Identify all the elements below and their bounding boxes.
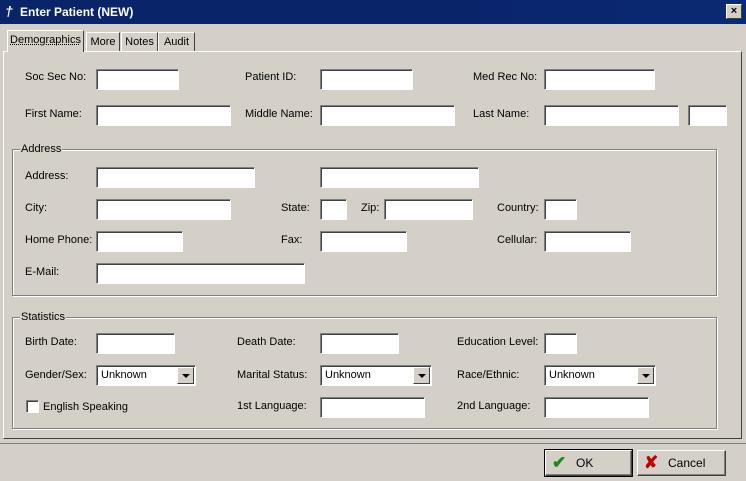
first-name-input[interactable] — [96, 105, 231, 126]
middle-name-label: Middle Name: — [245, 108, 313, 120]
close-button[interactable]: × — [726, 4, 742, 19]
country-input[interactable] — [544, 199, 577, 220]
name-suffix-input[interactable] — [688, 105, 727, 126]
checkmark-icon: ✔ — [552, 453, 567, 472]
city-input[interactable] — [96, 199, 231, 220]
email-label: E-Mail: — [25, 266, 60, 278]
ssn-input[interactable] — [96, 69, 179, 90]
marital-value: Unknown — [325, 369, 371, 381]
tab-demographics-label: Demographics — [10, 34, 81, 46]
zip-label: Zip: — [361, 202, 380, 214]
gender-select[interactable]: Unknown — [96, 365, 196, 386]
first-language-input[interactable] — [320, 397, 425, 418]
ssn-label: Soc Sec No: — [25, 71, 87, 83]
education-input[interactable] — [544, 333, 577, 354]
fax-input[interactable] — [320, 231, 407, 252]
death-date-input[interactable] — [320, 333, 399, 354]
marital-label: Marital Status: — [237, 369, 308, 381]
first-language-label: 1st Language: — [237, 400, 307, 412]
med-rec-input[interactable] — [544, 69, 655, 90]
email-input[interactable] — [96, 263, 305, 284]
x-mark-icon: ✘ — [644, 453, 659, 472]
ok-button[interactable]: ✔ OK — [544, 449, 633, 477]
address-group-label: Address — [20, 143, 63, 156]
tab-audit[interactable]: Audit — [158, 32, 195, 51]
race-label: Race/Ethnic: — [457, 369, 520, 381]
address-label: Address: — [25, 170, 69, 182]
state-input[interactable] — [320, 199, 347, 220]
english-speaking-checkbox[interactable] — [26, 400, 39, 413]
gender-value: Unknown — [101, 369, 147, 381]
marital-select[interactable]: Unknown — [320, 365, 432, 386]
second-language-label: 2nd Language: — [457, 400, 531, 412]
tab-audit-label: Audit — [163, 36, 190, 48]
country-label: Country: — [497, 202, 539, 214]
home-phone-input[interactable] — [96, 231, 183, 252]
address-line1-input[interactable] — [96, 167, 255, 188]
death-date-label: Death Date: — [237, 336, 296, 348]
tab-notes-label: Notes — [125, 36, 154, 48]
cancel-label: Cancel — [668, 456, 706, 470]
tab-more[interactable]: More — [86, 32, 120, 51]
cellular-label: Cellular: — [497, 234, 538, 246]
title-bar: † Enter Patient (NEW) × — [0, 0, 746, 24]
race-value: Unknown — [549, 369, 595, 381]
ok-label: OK — [576, 456, 594, 470]
cancel-button[interactable]: ✘ Cancel — [637, 450, 726, 476]
med-rec-label: Med Rec No: — [473, 71, 538, 83]
last-name-input[interactable] — [544, 105, 679, 126]
city-label: City: — [25, 202, 47, 214]
first-name-label: First Name: — [25, 108, 82, 120]
english-speaking-label: English Speaking — [43, 401, 129, 413]
home-phone-label: Home Phone: — [25, 234, 93, 246]
chevron-down-icon[interactable] — [177, 367, 194, 384]
gender-label: Gender/Sex: — [25, 369, 87, 381]
second-language-input[interactable] — [544, 397, 649, 418]
statistics-group-label: Statistics — [20, 311, 67, 324]
chevron-down-icon[interactable] — [637, 367, 654, 384]
address-line2-input[interactable] — [320, 167, 479, 188]
divider — [0, 443, 746, 444]
birth-date-input[interactable] — [96, 333, 175, 354]
cellular-input[interactable] — [544, 231, 631, 252]
tab-demographics[interactable]: Demographics — [7, 30, 84, 52]
fax-label: Fax: — [281, 234, 303, 246]
tab-notes[interactable]: Notes — [121, 32, 158, 51]
app-icon: † — [5, 3, 13, 19]
state-label: State: — [281, 202, 310, 214]
tab-more-label: More — [90, 36, 116, 48]
patient-id-label: Patient ID: — [245, 71, 297, 83]
education-label: Education Level: — [457, 336, 539, 348]
middle-name-input[interactable] — [320, 105, 455, 126]
zip-input[interactable] — [384, 199, 473, 220]
race-select[interactable]: Unknown — [544, 365, 656, 386]
chevron-down-icon[interactable] — [413, 367, 430, 384]
last-name-label: Last Name: — [473, 108, 530, 120]
patient-id-input[interactable] — [320, 69, 413, 90]
birth-date-label: Birth Date: — [25, 336, 77, 348]
window-title: Enter Patient (NEW) — [20, 5, 134, 19]
